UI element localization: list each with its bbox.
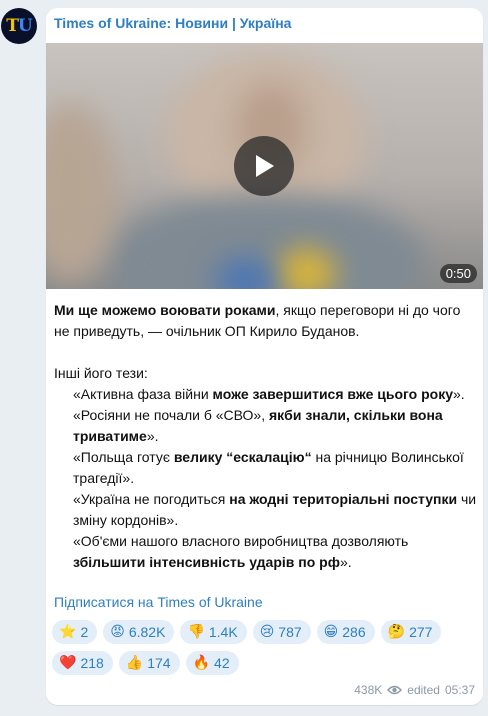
views-count: 438K — [354, 683, 383, 697]
reaction-chip[interactable]: ❤️ 218 — [52, 651, 113, 675]
bold-text: велику “ескалацію“ — [173, 449, 312, 465]
message-bubble: Times of Ukraine: Новини | Україна 0:50 … — [46, 8, 483, 705]
play-button[interactable] — [234, 136, 294, 196]
post-paragraph: «Росіяни не почали б «СВО», якби знали, … — [54, 405, 479, 447]
reaction-count: 6.82K — [128, 624, 166, 640]
channel-title[interactable]: Times of Ukraine: Новини | Україна — [54, 15, 291, 31]
channel-avatar[interactable]: TU — [1, 8, 37, 44]
post-paragraph: «Об'єми нашого власного виробництва дозв… — [54, 531, 479, 573]
text-run: «Україна не погодиться — [73, 491, 230, 507]
reaction-chip[interactable]: 😡 6.82K — [103, 620, 175, 644]
bold-text: може завершитися вже цього року — [212, 386, 453, 402]
reaction-chip[interactable]: 👎 1.4K — [180, 620, 247, 644]
reaction-chip[interactable]: 😁 286 — [316, 620, 375, 644]
grinning-face-icon: 😁 — [323, 624, 339, 640]
text-run: «Польща готує — [73, 449, 174, 465]
subscribe-link[interactable]: Підписатися на Times of Ukraine — [54, 594, 263, 610]
thinking-face-icon: 🤔 — [387, 624, 406, 640]
edited-label: edited — [407, 683, 440, 697]
reaction-chip[interactable]: 🤔 277 — [380, 620, 442, 644]
reaction-chip[interactable]: 👍 174 — [118, 651, 180, 675]
reaction-count: 2 — [80, 624, 89, 640]
angry-face-icon: 😡 — [110, 624, 125, 640]
video-preview[interactable]: 0:50 — [46, 43, 483, 289]
post-paragraph: «Активна фаза війни може завершитися вже… — [54, 384, 479, 405]
post-paragraph: «Польща готує велику “ескалацію“ на річн… — [54, 447, 479, 489]
text-run: «Об'єми нашого власного виробництва дозв… — [73, 533, 409, 549]
reaction-count: 286 — [342, 624, 366, 640]
bold-text: на жодні територіальні поступки — [229, 491, 458, 507]
eye-icon — [387, 685, 403, 695]
text-run: Інші його тези: — [54, 365, 148, 381]
thumbs-down-icon: 👎 — [187, 624, 205, 640]
thumbs-up-icon: 👍 — [125, 655, 144, 671]
reaction-count: 277 — [409, 624, 433, 640]
bold-text: збільшити інтенсивність ударів по рф — [73, 554, 340, 570]
crying-face-icon: 😢 — [259, 624, 275, 640]
reaction-count: 174 — [147, 655, 171, 671]
play-icon — [256, 155, 274, 177]
post-paragraph: Ми ще можемо воювати роками, якщо перего… — [54, 300, 479, 342]
text-run: ». — [146, 428, 159, 444]
video-duration: 0:50 — [439, 264, 477, 283]
avatar-letter-t: T — [6, 16, 19, 36]
reaction-count: 787 — [278, 624, 302, 640]
avatar-letter-u: U — [17, 16, 33, 36]
message-meta: 438K edited 05:37 — [354, 683, 475, 697]
text-run: ». — [453, 386, 465, 402]
reaction-count: 1.4K — [208, 624, 238, 640]
post-paragraph: Інші його тези: — [54, 363, 479, 384]
bold-text: Ми ще можемо воювати роками — [54, 302, 276, 318]
post-paragraph: «Україна не погодиться на жодні територі… — [54, 489, 479, 531]
text-run: ». — [339, 554, 352, 570]
text-run: «Активна фаза війни — [73, 386, 213, 402]
reaction-chip[interactable]: 😢 787 — [252, 620, 311, 644]
reaction-chip[interactable]: 🔥 42 — [185, 651, 239, 675]
reaction-count: 42 — [214, 655, 230, 671]
text-run: «Росіяни не почали б «СВО», — [73, 407, 269, 423]
reactions-bar: ⭐ 2 😡 6.82K 👎 1.4K 😢 787 😁 286 🤔 277 ❤️ 218 👍 174 🔥 42 — [52, 620, 477, 675]
reaction-count: 218 — [80, 655, 104, 671]
post-text: Ми ще можемо воювати роками, якщо перего… — [54, 300, 479, 573]
star-icon: ⭐ — [59, 624, 77, 640]
reaction-chip[interactable]: ⭐ 2 — [52, 620, 98, 644]
fire-icon: 🔥 — [192, 655, 211, 671]
message-time: 05:37 — [444, 683, 475, 697]
heart-icon: ❤️ — [59, 655, 77, 671]
